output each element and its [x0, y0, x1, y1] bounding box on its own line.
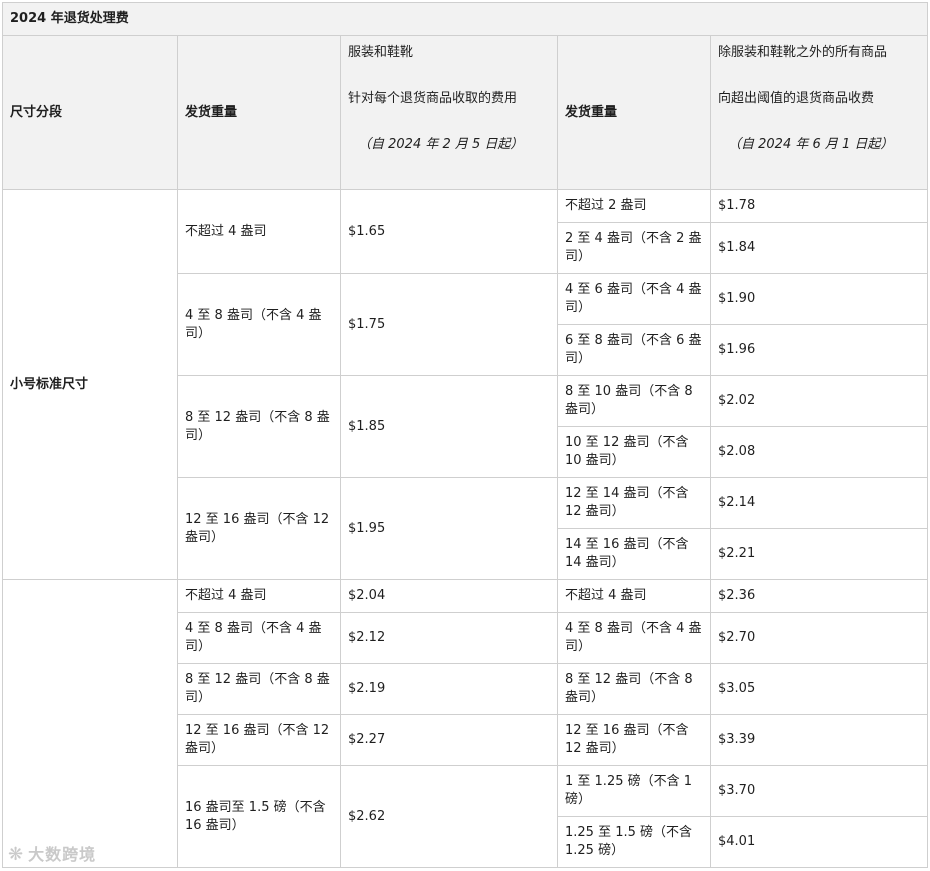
ship-weight-cell: 10 至 12 盎司（不含 10 盎司）	[557, 426, 711, 478]
header-apparel-fee: 服装和鞋靴 针对每个退货商品收取的费用 （自 2024 年 2 月 5 日起）	[340, 35, 558, 190]
header-nonapparel-effective-date: （自 2024 年 6 月 1 日起）	[728, 137, 894, 152]
ship-weight-cell: 12 至 16 盎司（不含 12 盎司）	[177, 477, 341, 580]
header-nonapparel-subtitle: 向超出阈值的退货商品收费	[718, 91, 875, 106]
nonapparel-fee-cell: $3.39	[709, 714, 929, 766]
tier-large-standard	[2, 579, 178, 868]
nonapparel-fee-cell: $2.21	[709, 528, 929, 580]
apparel-fee-cell: $1.65	[340, 189, 558, 274]
nonapparel-fee-cell: $2.14	[709, 477, 929, 529]
apparel-fee-cell: $2.04	[340, 579, 558, 613]
watermark-text: 大数跨境	[28, 845, 97, 864]
nonapparel-fee-cell: $2.08	[709, 426, 929, 478]
header-nonapparel-title: 除服装和鞋靴之外的所有商品	[718, 45, 888, 60]
ship-weight-cell: 6 至 8 盎司（不含 6 盎司）	[557, 324, 711, 376]
ship-weight-cell: 不超过 4 盎司	[177, 189, 341, 274]
apparel-fee-cell: $1.85	[340, 375, 558, 478]
nonapparel-fee-cell: $1.96	[709, 324, 929, 376]
tier-small-standard: 小号标准尺寸	[2, 189, 178, 580]
ship-weight-cell: 不超过 4 盎司	[177, 579, 341, 613]
nonapparel-fee-cell: $1.84	[709, 222, 929, 274]
apparel-fee-cell: $2.19	[340, 663, 558, 715]
nonapparel-fee-cell: $2.70	[709, 612, 929, 664]
header-size-tier: 尺寸分段	[2, 35, 178, 190]
ship-weight-cell: 不超过 4 盎司	[557, 579, 711, 613]
header-nonapparel-fee: 除服装和鞋靴之外的所有商品 向超出阈值的退货商品收费 （自 2024 年 6 月…	[709, 35, 929, 190]
ship-weight-cell: 12 至 14 盎司（不含 12 盎司）	[557, 477, 711, 529]
ship-weight-cell: 不超过 2 盎司	[557, 189, 711, 223]
ship-weight-cell: 8 至 12 盎司（不含 8 盎司）	[177, 375, 341, 478]
ship-weight-cell: 4 至 6 盎司（不含 4 盎司）	[557, 273, 711, 325]
ship-weight-cell: 4 至 8 盎司（不含 4 盎司）	[557, 612, 711, 664]
ship-weight-cell: 8 至 12 盎司（不含 8 盎司）	[177, 663, 341, 715]
nonapparel-fee-cell: $4.01	[709, 816, 929, 868]
nonapparel-fee-cell: $2.02	[709, 375, 929, 427]
apparel-fee-cell: $2.12	[340, 612, 558, 664]
nonapparel-fee-cell: $3.70	[709, 765, 929, 817]
ship-weight-cell: 2 至 4 盎司（不含 2 盎司）	[557, 222, 711, 274]
apparel-fee-cell: $1.75	[340, 273, 558, 376]
return-fee-table: 2024 年退货处理费 尺寸分段 发货重量 服装和鞋靴 针对每个退货商品收取的费…	[1, 2, 929, 868]
header-ship-weight-apparel: 发货重量	[177, 35, 341, 190]
ship-weight-cell: 16 盎司至 1.5 磅（不含 16 盎司）	[177, 765, 341, 868]
apparel-fee-cell: $2.62	[340, 765, 558, 868]
apparel-fee-cell: $2.27	[340, 714, 558, 766]
header-apparel-subtitle: 针对每个退货商品收取的费用	[348, 91, 518, 106]
ship-weight-cell: 8 至 10 盎司（不含 8 盎司）	[557, 375, 711, 427]
header-apparel-effective-date: （自 2024 年 2 月 5 日起）	[358, 137, 524, 152]
nonapparel-fee-cell: $1.78	[709, 189, 929, 223]
table-title: 2024 年退货处理费	[1, 2, 929, 36]
ship-weight-cell: 4 至 8 盎司（不含 4 盎司）	[177, 273, 341, 376]
header-apparel-title: 服装和鞋靴	[348, 45, 414, 60]
nonapparel-fee-cell: $1.90	[709, 273, 929, 325]
watermark-logo-icon: ❋	[8, 844, 25, 865]
ship-weight-cell: 12 至 16 盎司（不含 12 盎司）	[177, 714, 341, 766]
ship-weight-cell: 8 至 12 盎司（不含 8 盎司）	[557, 663, 711, 715]
ship-weight-cell: 1 至 1.25 磅（不含 1 磅）	[557, 765, 711, 817]
ship-weight-cell: 12 至 16 盎司（不含 12 盎司）	[557, 714, 711, 766]
nonapparel-fee-cell: $2.36	[709, 579, 929, 613]
ship-weight-cell: 14 至 16 盎司（不含 14 盎司）	[557, 528, 711, 580]
apparel-fee-cell: $1.95	[340, 477, 558, 580]
watermark: ❋ 大数跨境	[8, 841, 96, 865]
ship-weight-cell: 1.25 至 1.5 磅（不含 1.25 磅）	[557, 816, 711, 868]
nonapparel-fee-cell: $3.05	[709, 663, 929, 715]
ship-weight-cell: 4 至 8 盎司（不含 4 盎司）	[177, 612, 341, 664]
header-ship-weight-nonapparel: 发货重量	[557, 35, 711, 190]
